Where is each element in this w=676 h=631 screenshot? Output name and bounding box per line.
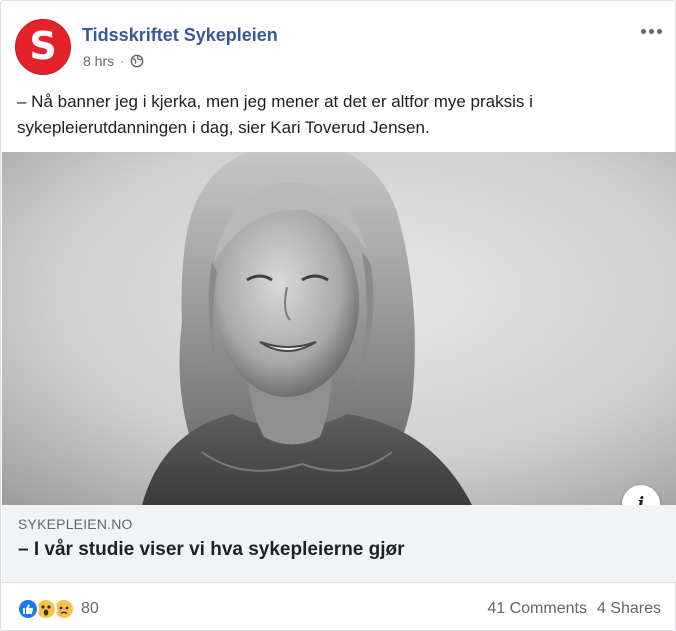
shares-count-link[interactable]: 4 Shares [597,600,661,618]
like-icon [17,598,39,620]
comments-count-link[interactable]: 41 Comments [487,600,587,618]
post-photo[interactable] [2,152,676,505]
engagement-stats: 41 Comments 4 Shares [487,600,661,618]
post-message: – Nå banner jeg i kjerka, men jeg mener … [17,92,533,137]
avatar-letter: S [29,24,57,68]
link-preview[interactable]: SYKEPLEIEN.NO – I vår studie viser vi hv… [2,505,676,583]
globe-icon[interactable] [130,54,144,68]
page-name-link[interactable]: Tidsskriftet Sykepleien [82,25,278,46]
portrait-photo [2,152,676,505]
engagement-bar: 80 41 Comments 4 Shares [1,584,676,631]
link-domain: SYKEPLEIEN.NO [18,516,133,532]
reaction-count: 80 [81,600,99,617]
post-header: S Tidsskriftet Sykepleien 8 hrs · [15,19,665,75]
reactions-summary[interactable]: 80 [17,598,99,620]
post-meta: 8 hrs · [83,53,144,69]
meta-separator: · [120,54,125,68]
more-options-icon[interactable] [637,21,665,41]
link-headline[interactable]: – I vår studie viser vi hva sykepleierne… [18,539,405,561]
post-card: S Tidsskriftet Sykepleien 8 hrs · – Nå b… [0,0,676,631]
post-timestamp[interactable]: 8 hrs [83,53,114,69]
page-avatar[interactable]: S [15,19,71,75]
